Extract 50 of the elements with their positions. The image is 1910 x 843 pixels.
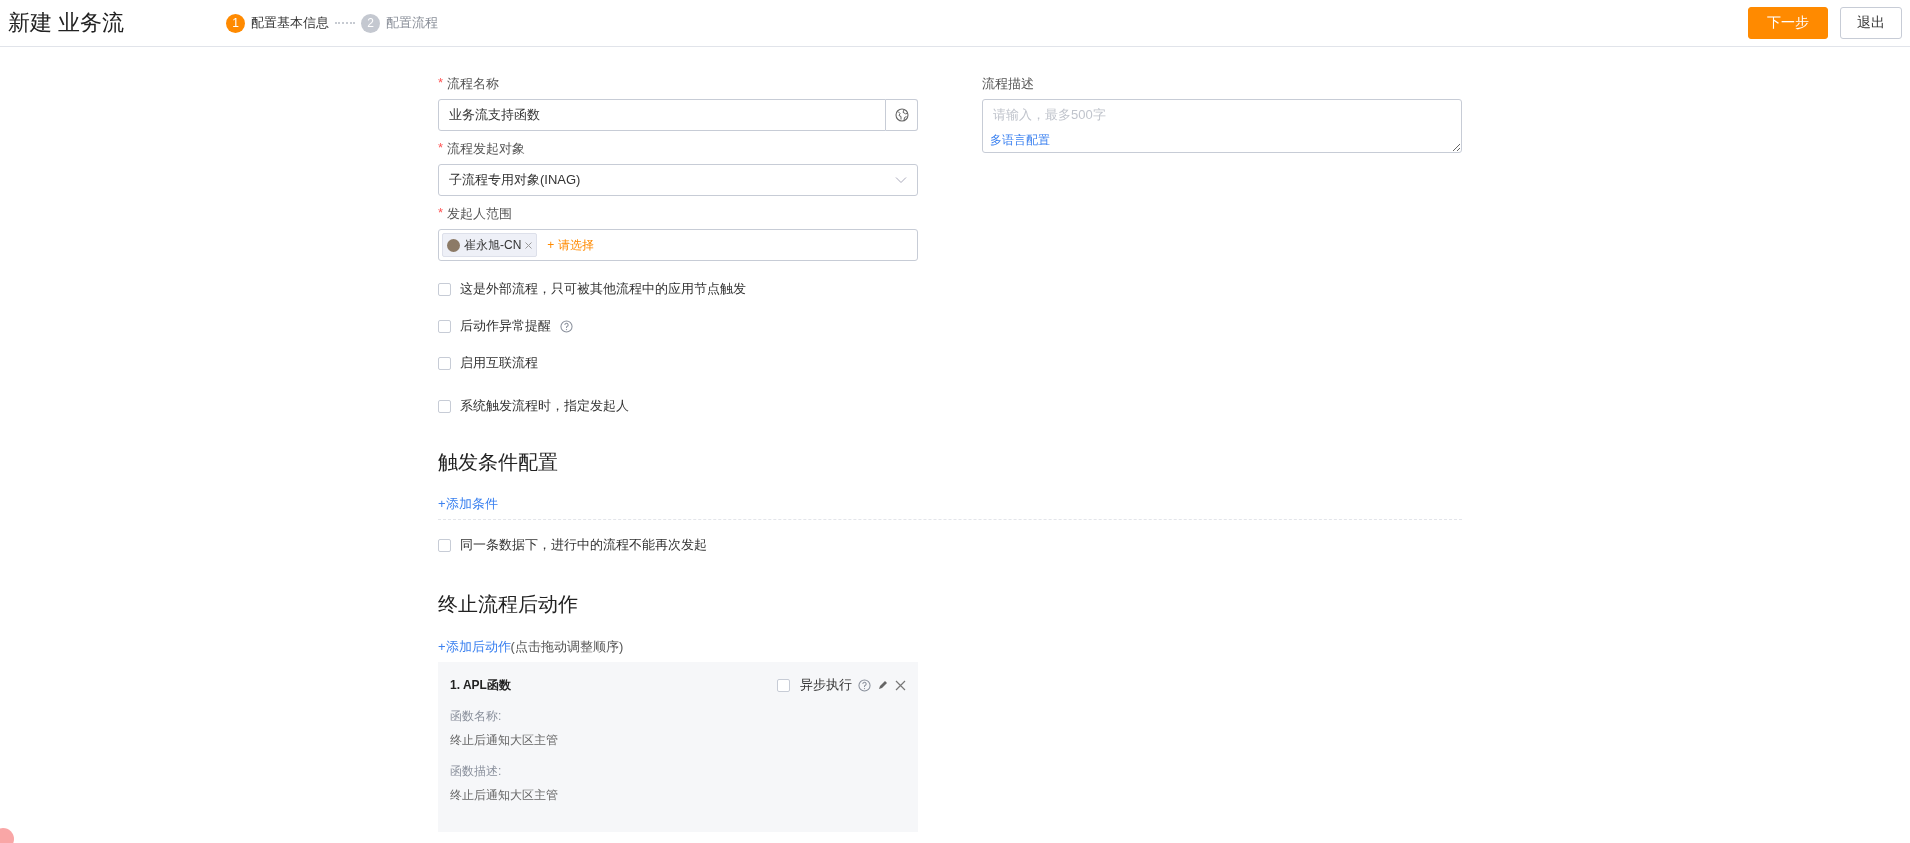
checkbox[interactable] [438,538,451,552]
step-connector [335,22,355,24]
section-title: 终止流程后动作 [438,592,579,617]
checkbox[interactable] [777,678,790,692]
page-title: 新建 业务流 [8,9,126,37]
field-label: 流程描述 [982,75,1034,93]
action-card[interactable]: 1. APL函数 异步执行 函数名称: 终止后通知大区主管 函数描述: 终止后通知大区主管 [438,662,918,832]
field-label: 流程名称 [447,75,500,93]
exit-button[interactable]: 退出 [1840,7,1902,39]
initiator-field[interactable]: 崔永旭-CN + 请选择 [438,229,918,261]
checkbox[interactable] [438,399,451,413]
step-number: 2 [361,13,380,33]
tag-label: 崔永旭-CN [464,236,522,254]
help-icon[interactable] [858,678,871,692]
language-button[interactable] [886,99,918,131]
remove-icon[interactable] [525,241,533,249]
field-label: 函数描述: [450,763,503,780]
step-label[interactable]: 配置基本信息 [251,14,329,32]
help-icon[interactable] [560,319,573,333]
field-label: 发起人范围 [447,205,513,223]
required-mark: * [438,205,444,222]
checkbox[interactable] [438,356,451,370]
section-title: 触发条件配置 [438,450,559,475]
globe-icon [894,108,909,122]
step-number: 1 [226,13,245,33]
checkbox[interactable] [438,319,451,333]
checkbox-label: 同一条数据下，进行中的流程不能再次发起 [460,536,707,554]
checkbox-label: 这是外部流程，只可被其他流程中的应用节点触发 [460,280,746,298]
chevron-down-icon [895,176,907,184]
object-select[interactable]: 子流程专用对象(INAG) [438,164,918,196]
checkbox-label: 启用互联流程 [460,354,538,372]
drag-hint: (点击拖动调整顺序) [510,639,624,654]
add-action-link[interactable]: +添加后动作 [438,639,511,654]
checkbox-label: 系统触发流程时，指定发起人 [460,397,629,415]
required-mark: * [438,140,444,157]
close-icon[interactable] [895,679,906,691]
checkbox[interactable] [438,282,451,296]
field-label: 函数名称: [450,708,503,725]
pencil-icon[interactable] [877,679,889,691]
name-input[interactable]: 业务流支持函数 [438,99,886,131]
multilanguage-link[interactable]: 多语言配置 [990,132,1050,149]
field-value: 终止后通知大区主管 [450,787,559,804]
checkbox-label: 后动作异常提醒 [460,317,551,335]
avatar [447,238,460,252]
checkbox-label: 异步执行 [800,676,852,694]
field-value: 终止后通知大区主管 [450,732,559,749]
required-mark: * [438,75,444,92]
add-condition-link[interactable]: +添加条件 [438,495,498,513]
field-label: 流程发起对象 [447,140,526,158]
card-title: 1. APL函数 [450,676,511,694]
